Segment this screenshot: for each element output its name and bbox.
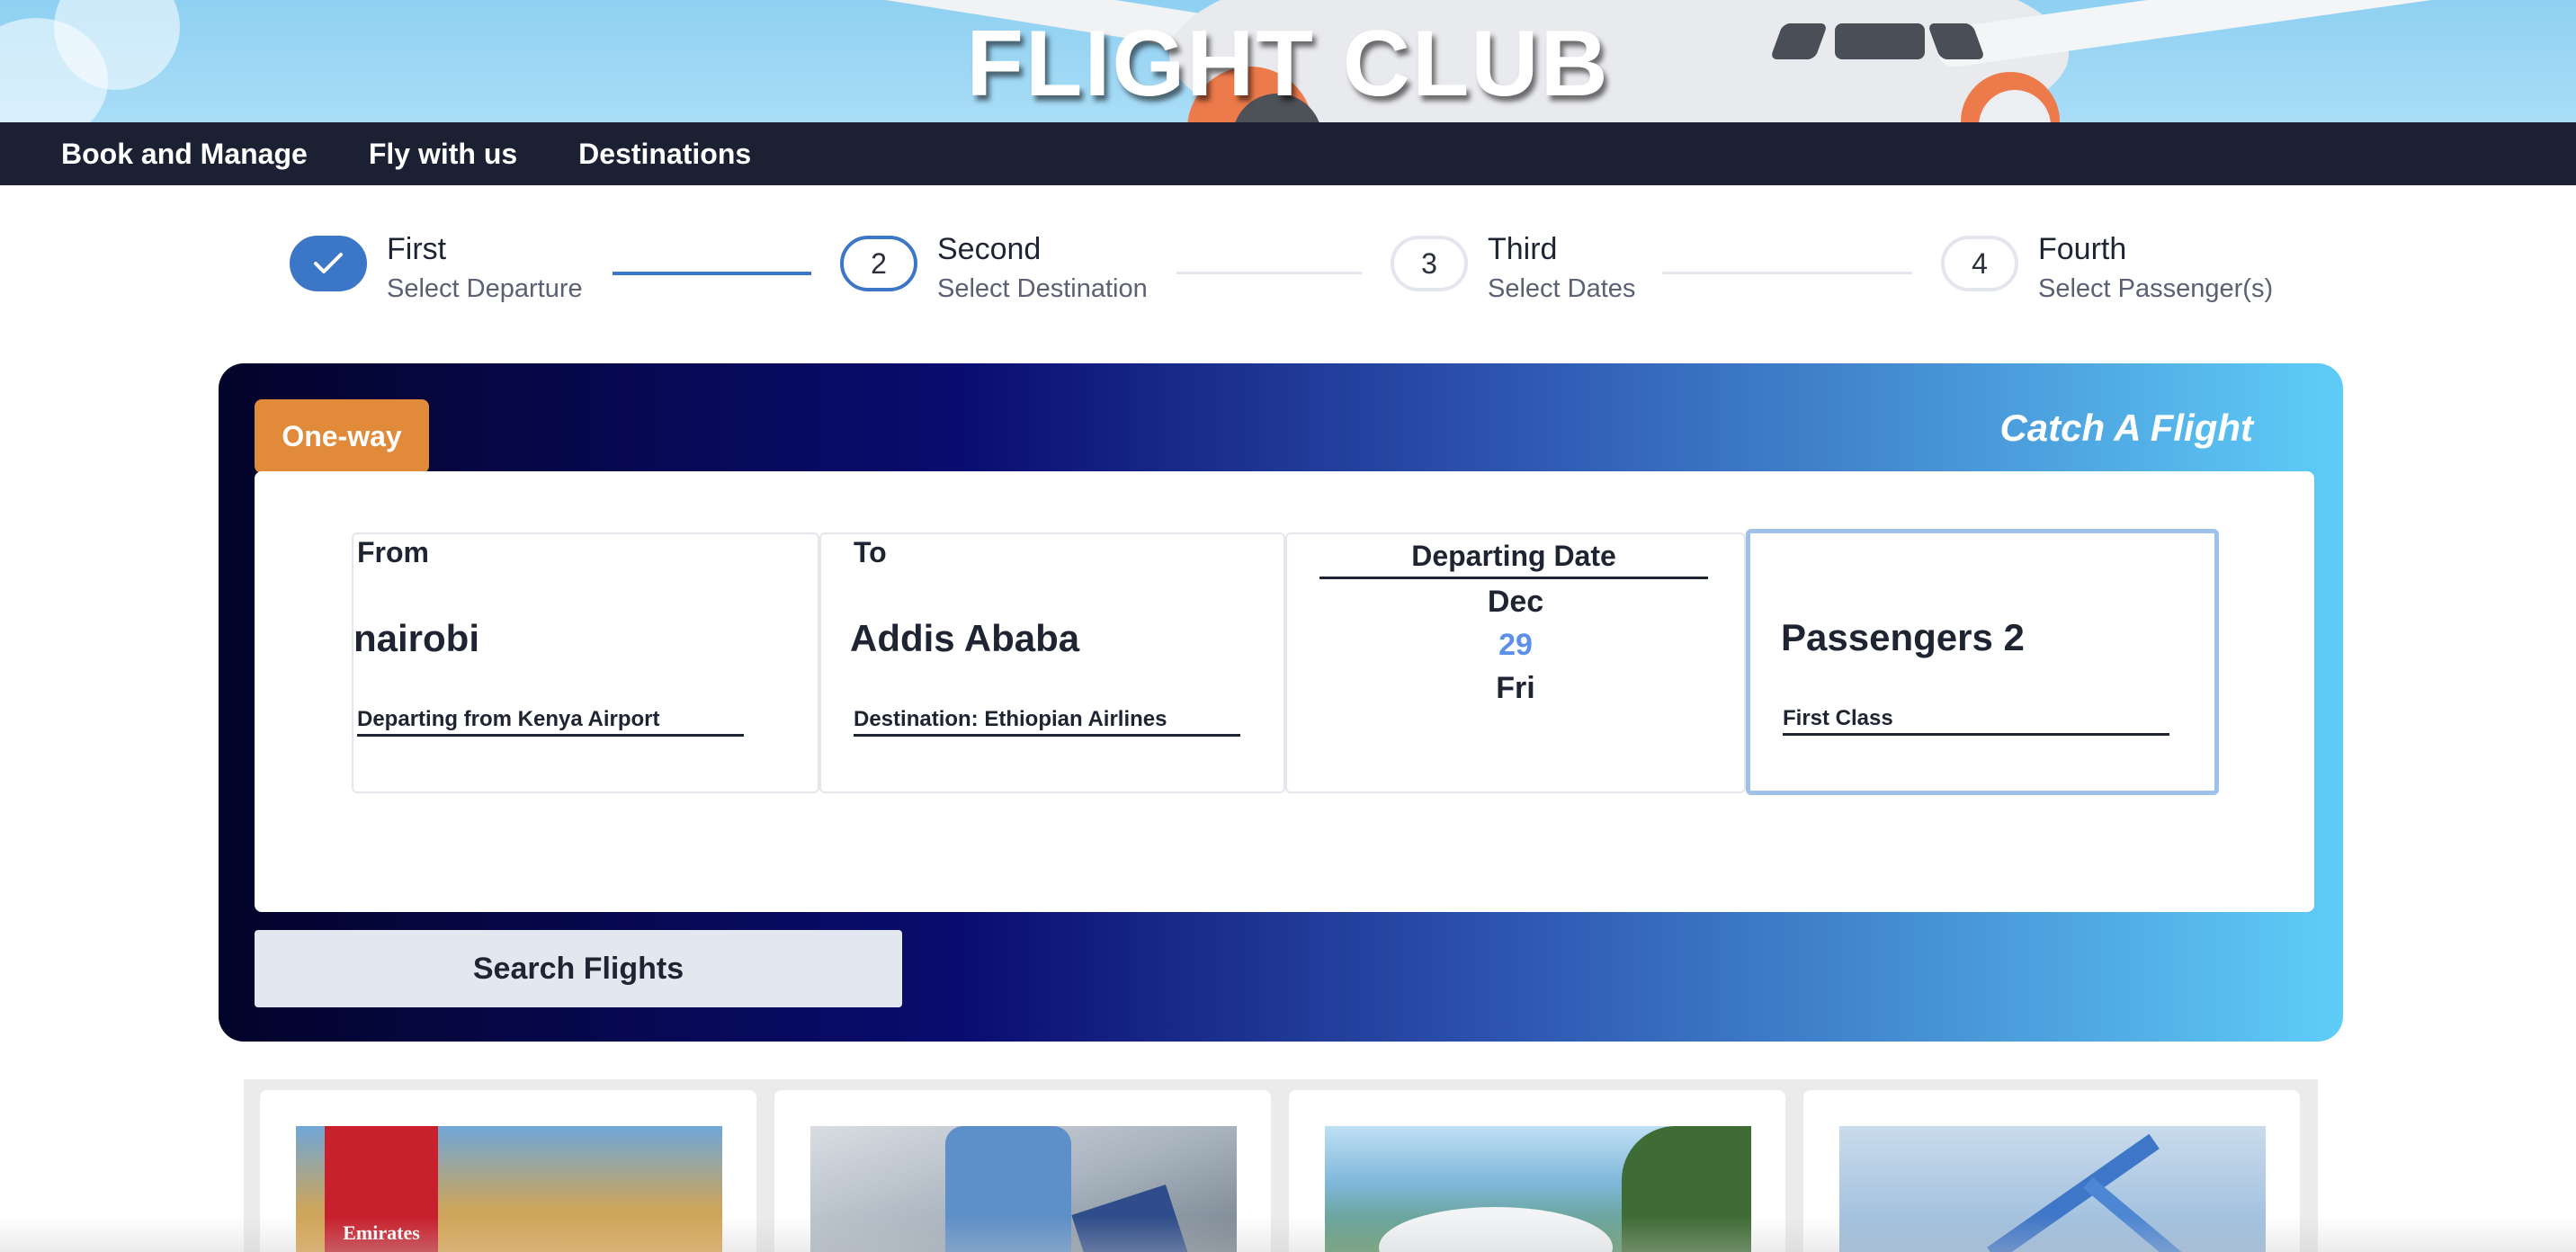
booking-panel: One-way Catch A Flight From nairobi Depa… <box>219 363 2343 1042</box>
to-note: Destination: Ethiopian Airlines <box>854 707 1240 737</box>
step-connector <box>1176 272 1362 274</box>
from-field[interactable]: From nairobi Departing from Kenya Airpor… <box>352 532 819 793</box>
header-banner: FLIGHT CLUB <box>0 0 2576 122</box>
departing-date-field[interactable]: Departing Date Dec 29 Fri <box>1285 532 1746 793</box>
step-subtitle: Select Destination <box>937 274 1148 303</box>
step-title: Second <box>937 232 1042 266</box>
emirates-photo: Emirates <box>296 1126 722 1252</box>
panel-tagline: Catch A Flight <box>1999 407 2253 449</box>
to-label: To <box>854 536 887 568</box>
emirates-logo: Emirates <box>325 1126 438 1252</box>
booking-form: From nairobi Departing from Kenya Airpor… <box>255 471 2314 912</box>
booking-stepper: First Select Departure 2 Second Select D… <box>0 185 2576 365</box>
step-fourth[interactable]: 4 Fourth Select Passenger(s) <box>1941 232 2274 309</box>
cabin-class-note: First Class <box>1783 706 2169 736</box>
from-note: Departing from Kenya Airport <box>357 707 744 737</box>
step-subtitle: Select Departure <box>387 274 583 303</box>
promo-cards: Emirates <box>244 1079 2318 1252</box>
promo-card[interactable] <box>1803 1090 2300 1252</box>
step-number: 4 <box>1941 236 2018 291</box>
step-third[interactable]: 3 Third Select Dates <box>1391 232 1636 309</box>
promo-card[interactable] <box>1289 1090 1785 1252</box>
step-number: 3 <box>1391 236 1468 291</box>
date-month: Dec <box>1487 585 1544 619</box>
nature-photo <box>1325 1126 1751 1252</box>
nav-book-and-manage[interactable]: Book and Manage <box>61 138 308 171</box>
step-title: First <box>387 232 447 266</box>
step-title: Third <box>1488 232 1558 266</box>
passengers-value: Passengers 2 <box>1781 616 2025 658</box>
step-first[interactable]: First Select Departure <box>290 232 583 309</box>
airplane-photo <box>1839 1126 2266 1252</box>
date-label: Departing Date <box>1319 540 1708 579</box>
to-field[interactable]: To Addis Ababa Destination: Ethiopian Ai… <box>819 532 1285 793</box>
step-connector <box>1662 272 1912 274</box>
search-flights-button[interactable]: Search Flights <box>255 930 902 1007</box>
to-value: Addis Ababa <box>850 617 1080 659</box>
promo-card[interactable] <box>774 1090 1271 1252</box>
trip-type-tab[interactable]: One-way <box>255 399 429 473</box>
step-title: Fourth <box>2038 232 2127 266</box>
date-weekday: Fri <box>1496 671 1535 705</box>
main-nav: Book and Manage Fly with us Destinations <box>0 122 2576 185</box>
step-number: 2 <box>840 236 917 291</box>
passengers-field[interactable]: Passengers 2 First Class <box>1746 529 2219 795</box>
step-connector <box>613 272 811 275</box>
step-complete-check-icon <box>290 236 367 291</box>
site-title: FLIGHT CLUB <box>966 12 1610 116</box>
nav-destinations[interactable]: Destinations <box>578 138 751 171</box>
date-day: 29 <box>1498 628 1533 662</box>
promo-card[interactable]: Emirates <box>260 1090 756 1252</box>
step-subtitle: Select Dates <box>1488 274 1636 303</box>
nav-fly-with-us[interactable]: Fly with us <box>369 138 517 171</box>
step-subtitle: Select Passenger(s) <box>2038 274 2274 303</box>
traveler-photo <box>810 1126 1237 1252</box>
from-label: From <box>357 536 429 568</box>
from-value: nairobi <box>353 617 480 659</box>
step-second[interactable]: 2 Second Select Destination <box>840 232 1148 309</box>
